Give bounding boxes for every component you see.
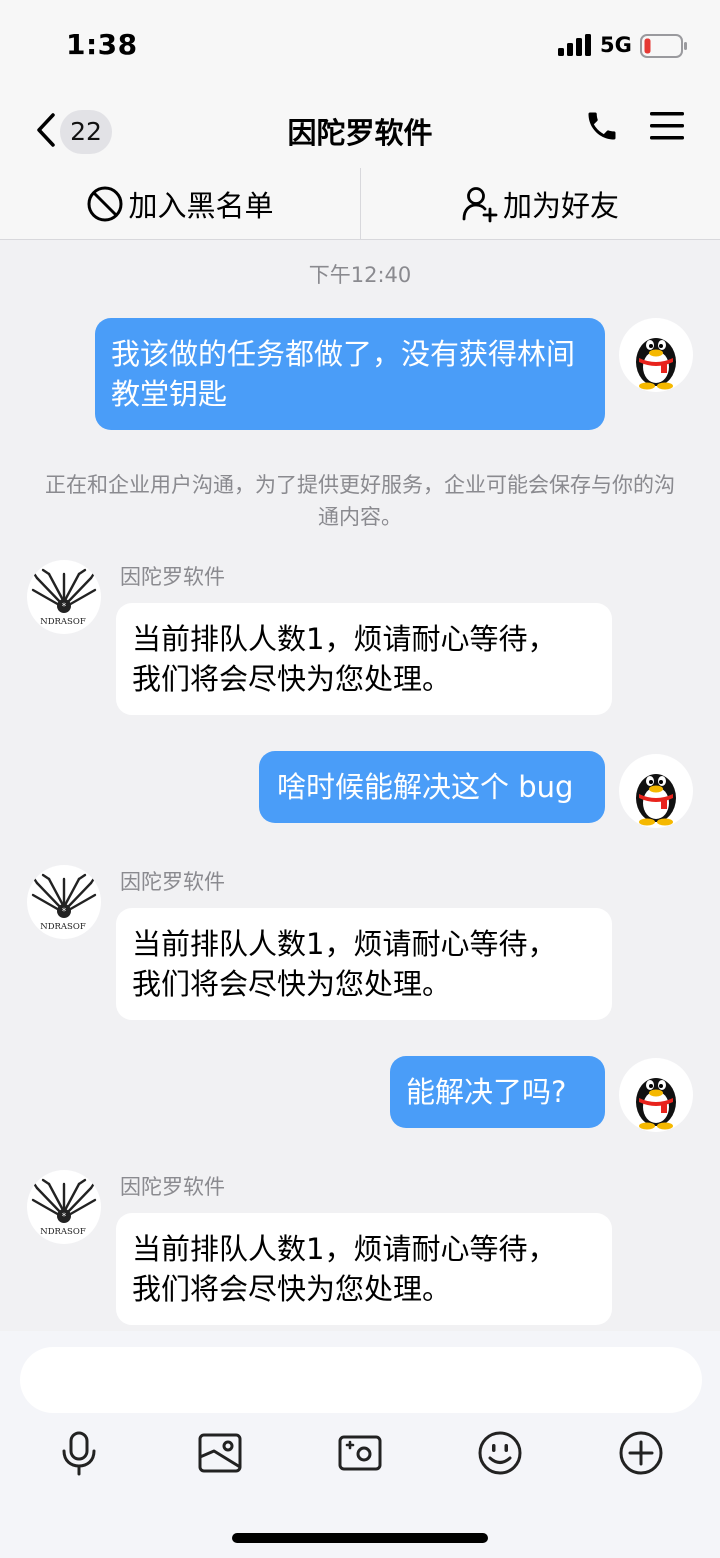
chat-area[interactable]: 下午12:40 我该做的任务都做了，没有获得林间教堂钥匙 正在和企业用户沟通，为… (0, 241, 720, 1331)
sender-name: 因陀罗软件 (120, 1175, 225, 1199)
signal-icon (558, 34, 591, 56)
message-line: 当前排队人数1，烦请耐心等待， (132, 622, 557, 656)
camera-icon[interactable] (336, 1429, 384, 1477)
message-bubble-incoming[interactable]: 当前排队人数1，烦请耐心等待， 我们将会尽快为您处理。 (116, 603, 612, 715)
chevron-left-icon (37, 113, 55, 147)
my-avatar-penguin-icon[interactable] (619, 754, 693, 828)
blacklist-label: 加入黑名单 (128, 189, 274, 223)
svg-text:*: * (62, 602, 67, 612)
message-input[interactable] (20, 1347, 702, 1413)
message-bubble-incoming[interactable]: 当前排队人数1，烦请耐心等待， 我们将会尽快为您处理。 (116, 908, 612, 1020)
svg-text:NDRASOF: NDRASOF (40, 922, 86, 932)
sender-name: 因陀罗软件 (120, 870, 225, 894)
message-bubble-outgoing[interactable]: 我该做的任务都做了，没有获得林间教堂钥匙 (95, 318, 605, 430)
blacklist-button[interactable]: 加入黑名单 (0, 168, 360, 240)
message-timestamp: 下午12:40 (308, 263, 412, 287)
input-area (0, 1331, 720, 1558)
svg-text:NDRASOF: NDRASOF (40, 617, 86, 627)
home-indicator[interactable] (232, 1533, 488, 1543)
message-line: 当前排队人数1，烦请耐心等待， (132, 1232, 557, 1266)
menu-icon[interactable] (650, 110, 684, 142)
contact-avatar-icon[interactable]: * NDRASOF (27, 865, 101, 939)
add-friend-icon (462, 187, 498, 223)
network-type: 5G (600, 33, 632, 57)
message-line: 我们将会尽快为您处理。 (132, 1272, 452, 1306)
message-bubble-incoming[interactable]: 当前排队人数1，烦请耐心等待， 我们将会尽快为您处理。 (116, 1213, 612, 1325)
my-avatar-penguin-icon[interactable] (619, 318, 693, 392)
mic-icon[interactable] (55, 1429, 103, 1477)
image-icon[interactable] (196, 1429, 244, 1477)
nav-bar: 22 因陀罗软件 (0, 92, 720, 168)
message-bubble-outgoing[interactable]: 啥时候能解决这个 bug (259, 751, 605, 823)
message-line: 我们将会尽快为您处理。 (132, 662, 452, 696)
sender-name: 因陀罗软件 (120, 565, 225, 589)
plus-icon[interactable] (617, 1429, 665, 1477)
battery-icon (640, 34, 687, 58)
message-line: 当前排队人数1，烦请耐心等待， (132, 927, 557, 961)
emoji-icon[interactable] (476, 1429, 524, 1477)
contact-avatar-icon[interactable]: * NDRASOF (27, 560, 101, 634)
svg-text:*: * (62, 1212, 67, 1222)
message-line: 我们将会尽快为您处理。 (132, 967, 452, 1001)
add-friend-label: 加为好友 (502, 189, 619, 223)
block-icon (87, 186, 123, 222)
action-bar: 加入黑名单 加为好友 (0, 168, 720, 240)
svg-text:NDRASOF: NDRASOF (40, 1227, 86, 1237)
back-button[interactable]: 22 (30, 106, 120, 156)
status-time: 1:38 (66, 28, 138, 61)
unread-count-badge: 22 (60, 110, 112, 154)
message-bubble-outgoing[interactable]: 能解决了吗? (390, 1056, 605, 1128)
add-friend-button[interactable]: 加为好友 (360, 168, 720, 240)
my-avatar-penguin-icon[interactable] (619, 1058, 693, 1132)
svg-text:*: * (62, 907, 67, 917)
enterprise-notice: 正在和企业用户沟通，为了提供更好服务，企业可能会保存与你的沟通内容。 (45, 473, 675, 529)
status-bar: 1:38 5G (0, 0, 720, 92)
contact-avatar-icon[interactable]: * NDRASOF (27, 1170, 101, 1244)
phone-icon[interactable] (584, 108, 620, 144)
